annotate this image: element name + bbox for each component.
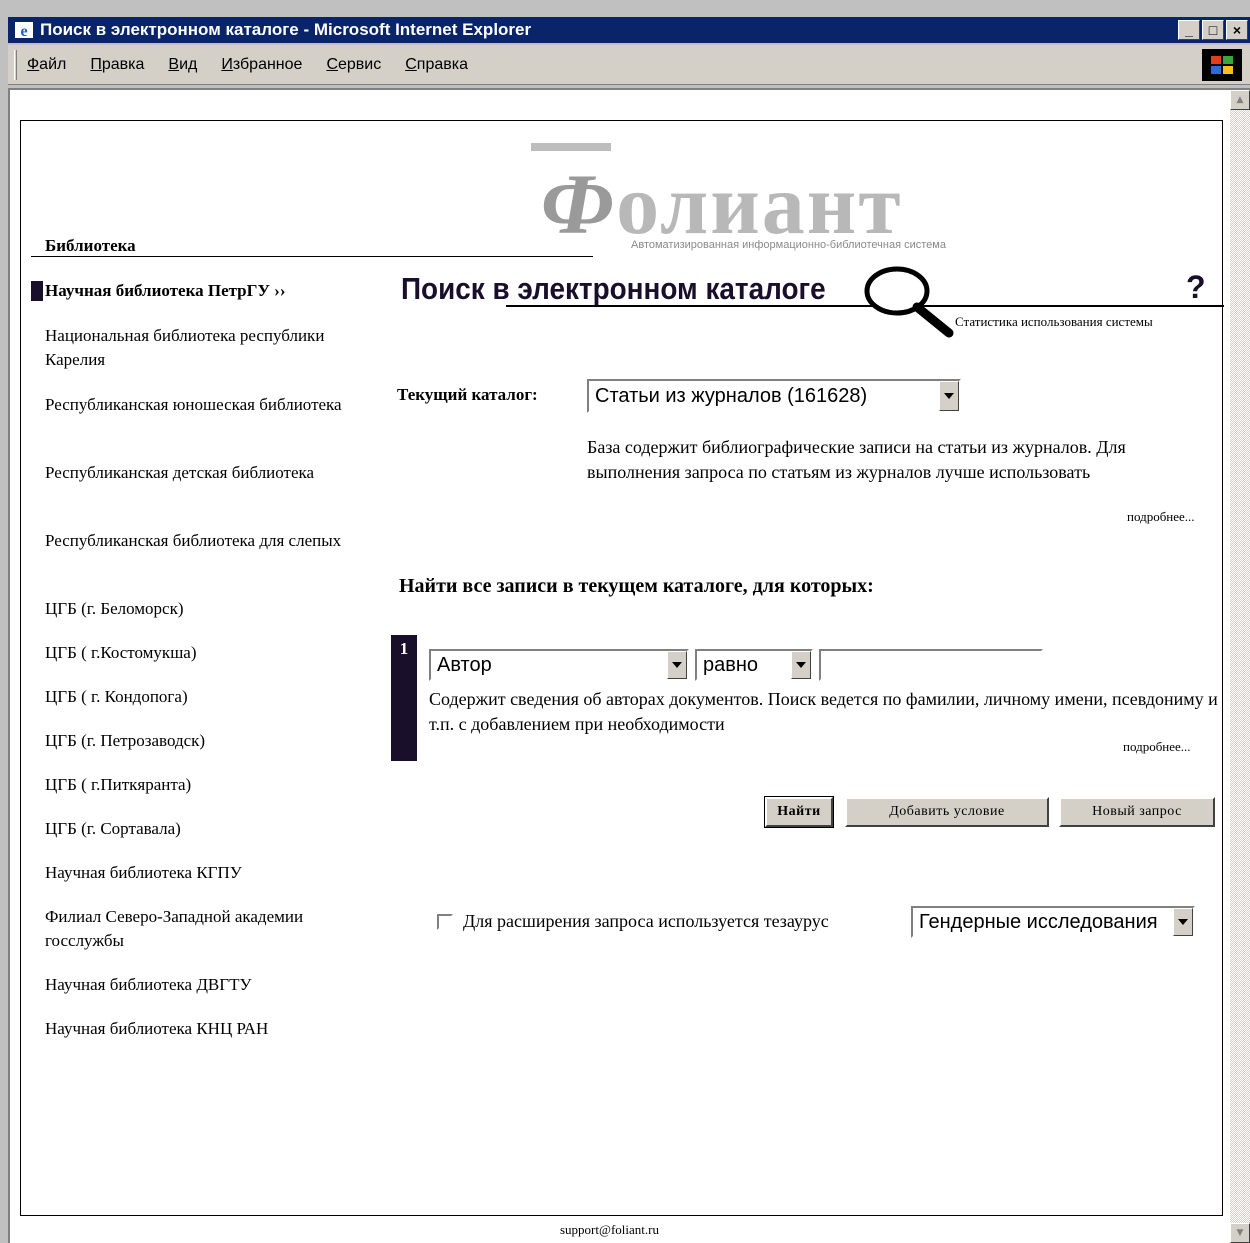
foliant-logo: Фолиант Автоматизированная информационно… bbox=[531, 131, 1051, 251]
nav-item-children[interactable]: Республиканская детская библиотека bbox=[45, 461, 345, 485]
catalog-label: Текущий каталог: bbox=[397, 385, 538, 404]
close-button[interactable]: × bbox=[1226, 20, 1248, 40]
nav-item-kondopoga[interactable]: ЦГБ ( г. Кондопога) bbox=[45, 685, 345, 709]
operator-select[interactable]: равно bbox=[695, 649, 813, 681]
window-titlebar[interactable]: e Поиск в электронном каталоге - Microso… bbox=[8, 17, 1250, 43]
nav-item-youth[interactable]: Республиканская юношеская библиотека bbox=[45, 393, 345, 417]
menu-edit[interactable]: Правка bbox=[90, 56, 144, 74]
scroll-up-icon[interactable]: ▲ bbox=[1230, 90, 1250, 110]
maximize-button[interactable]: □ bbox=[1202, 20, 1224, 40]
vertical-scrollbar[interactable]: ▲ ▼ bbox=[1230, 90, 1250, 1243]
operator-select-value: равно bbox=[703, 653, 759, 676]
add-condition-button[interactable]: Добавить условие bbox=[845, 797, 1049, 827]
thesaurus-checkbox[interactable] bbox=[437, 914, 453, 930]
svg-text:e: e bbox=[20, 23, 27, 40]
logo-subtitle: Автоматизированная информационно-библиот… bbox=[631, 239, 946, 251]
menu-tools[interactable]: Сервис bbox=[326, 56, 381, 74]
scroll-down-icon[interactable]: ▼ bbox=[1230, 1223, 1250, 1243]
menu-help[interactable]: Справка bbox=[405, 56, 468, 74]
menu-favorites[interactable]: Избранное bbox=[221, 56, 302, 74]
condition-more-link[interactable]: подробнее... bbox=[1123, 739, 1191, 755]
chevron-down-icon[interactable] bbox=[667, 651, 687, 679]
condition-value-input[interactable] bbox=[819, 649, 1043, 681]
magnifier-icon bbox=[864, 266, 954, 338]
chevron-down-icon[interactable] bbox=[939, 381, 959, 411]
window-title: Поиск в электронном каталоге - Microsoft… bbox=[40, 20, 532, 39]
menu-file[interactable]: Файл bbox=[27, 56, 66, 74]
thesaurus-select-value: Гендерные исследования bbox=[919, 910, 1158, 933]
nav-item-national-karelia[interactable]: Национальная библиотека республики Карел… bbox=[45, 324, 345, 372]
condition-number: 1 bbox=[391, 635, 417, 761]
nav-item-szags[interactable]: Филиал Северо-Западной академии госслужб… bbox=[45, 905, 345, 953]
nav-item-pitkyaranta[interactable]: ЦГБ ( г.Питкяранта) bbox=[45, 773, 345, 797]
field-select[interactable]: Автор bbox=[429, 649, 689, 681]
menu-view[interactable]: Вид bbox=[168, 56, 197, 74]
logo-wordmark: Фолиант bbox=[541, 156, 903, 252]
minimize-button[interactable]: _ bbox=[1178, 20, 1200, 40]
nav-item-kgpu[interactable]: Научная библиотека КГПУ bbox=[45, 861, 345, 885]
thesaurus-select[interactable]: Гендерные исследования bbox=[911, 906, 1195, 938]
search-heading: Найти все записи в текущем каталоге, для… bbox=[399, 575, 874, 597]
catalog-description: База содержит библиографические записи н… bbox=[587, 437, 1126, 482]
field-select-value: Автор bbox=[437, 653, 492, 676]
catalog-select-value: Статьи из журналов (161628) bbox=[595, 384, 868, 407]
nav-item-kostomuksha[interactable]: ЦГБ ( г.Костомукша) bbox=[45, 641, 345, 665]
nav-item-petrozavodsk[interactable]: ЦГБ (г. Петрозаводск) bbox=[45, 729, 345, 753]
browser-viewport: ▲ ▼ Фолиант Автоматизированная информаци… bbox=[8, 88, 1250, 1243]
condition-description: Содержит сведения об авторах документов.… bbox=[429, 689, 1218, 734]
support-email[interactable]: support@foliant.ru bbox=[560, 1222, 659, 1238]
nav-item-petrgu[interactable]: Научная библиотека ПетрГУ ›› bbox=[45, 279, 345, 303]
catalog-more-link[interactable]: подробнее... bbox=[1127, 509, 1195, 525]
catalog-select[interactable]: Статьи из журналов (161628) bbox=[587, 379, 961, 413]
find-button[interactable]: Найти bbox=[764, 796, 834, 828]
nav-item-dvgtu[interactable]: Научная библиотека ДВГТУ bbox=[45, 973, 345, 997]
internet-explorer-icon: e bbox=[15, 22, 33, 40]
thesaurus-label: Для расширения запроса используется теза… bbox=[463, 911, 829, 931]
chevron-down-icon[interactable] bbox=[1173, 908, 1193, 936]
new-query-button[interactable]: Новый запрос bbox=[1059, 797, 1215, 827]
nav-item-belomorsk[interactable]: ЦГБ (г. Беломорск) bbox=[45, 597, 345, 621]
windows-logo-icon bbox=[1202, 49, 1242, 81]
nav-header: Библиотека bbox=[45, 236, 136, 255]
statistics-link[interactable]: Статистика использования системы bbox=[955, 314, 1153, 330]
nav-item-knc-ran[interactable]: Научная библиотека КНЦ РАН bbox=[45, 1017, 345, 1041]
chevron-down-icon[interactable] bbox=[791, 651, 811, 679]
active-marker bbox=[31, 281, 43, 301]
page-title: Поиск в электронном каталоге bbox=[401, 271, 826, 306]
page-frame: Фолиант Автоматизированная информационно… bbox=[20, 120, 1224, 1216]
nav-item-blind[interactable]: Республиканская библиотека для слепых bbox=[45, 529, 345, 553]
help-icon[interactable]: ? bbox=[1186, 269, 1206, 306]
toolbar-grip[interactable] bbox=[14, 49, 17, 80]
menu-bar: Файл Правка Вид Избранное Сервис Справка bbox=[8, 45, 1250, 85]
nav-item-sortavala[interactable]: ЦГБ (г. Сортавала) bbox=[45, 817, 345, 841]
logo-decoration bbox=[531, 143, 611, 151]
nav-divider bbox=[31, 256, 593, 257]
